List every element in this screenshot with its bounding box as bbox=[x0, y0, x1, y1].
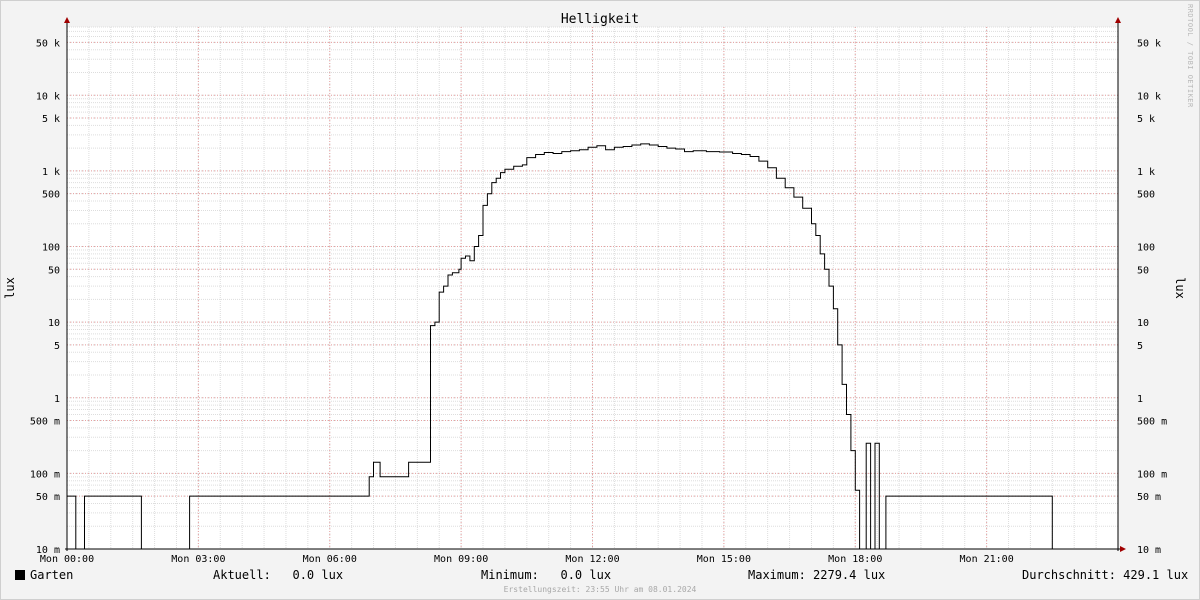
x-tick-label: Mon 21:00 bbox=[960, 554, 1014, 565]
y-tick-label: 100 m bbox=[30, 469, 60, 480]
y-tick-label: 1 bbox=[54, 394, 60, 405]
legend-avg-value: 429.1 lux bbox=[1123, 568, 1189, 582]
y-axis-label-left: lux bbox=[3, 277, 17, 299]
chart-title: Helligkeit bbox=[561, 12, 639, 27]
y-tick-label: 1 k bbox=[42, 167, 60, 178]
y-tick-label: 50 bbox=[1137, 265, 1149, 276]
x-tick-labels: Mon 00:00 Mon 03:00 Mon 06:00 Mon 09:00 Mon … bbox=[40, 554, 1014, 565]
legend-maximum: Maximum: 2279.4 lux bbox=[748, 568, 885, 582]
legend-series-name: Garten bbox=[30, 568, 74, 582]
legend-average: Durchschnitt: 429.1 lux bbox=[1022, 568, 1188, 582]
y-tick-label: 500 m bbox=[1137, 417, 1167, 428]
x-tick-label: Mon 00:00 bbox=[40, 554, 94, 565]
y-tick-label: 5 k bbox=[42, 114, 60, 125]
x-tick-label: Mon 15:00 bbox=[697, 554, 751, 565]
y-tick-label: 10 k bbox=[1137, 91, 1161, 102]
legend-current: Aktuell: 0.0 lux bbox=[213, 568, 343, 582]
y-tick-label: 500 m bbox=[30, 417, 60, 428]
y-tick-label: 1 k bbox=[1137, 167, 1155, 178]
legend-current-label: Aktuell: bbox=[213, 568, 271, 582]
y-tick-label: 10 bbox=[48, 318, 60, 329]
legend-current-value: 0.0 lux bbox=[292, 568, 344, 582]
legend-swatch bbox=[15, 570, 25, 580]
y-tick-label: 50 k bbox=[1137, 38, 1161, 49]
y-tick-label: 10 k bbox=[36, 91, 60, 102]
brightness-chart: 10 m 50 m 100 m 500 m 1 5 10 50 100 500 1 k 5 k 10 k… bbox=[3, 12, 1187, 565]
x-axis-arrow bbox=[1120, 546, 1126, 552]
legend-entry: Garten bbox=[15, 568, 73, 582]
y-tick-label: 10 bbox=[1137, 318, 1149, 329]
y-tick-label: 100 bbox=[1137, 243, 1155, 254]
y-tick-label: 50 m bbox=[1137, 492, 1161, 503]
y-tick-label: 1 bbox=[1137, 394, 1143, 405]
y-tick-labels-right: 10 m 50 m 100 m 500 m 1 5 10 50 100 500 1 k 5 k 10 k… bbox=[1137, 38, 1167, 556]
legend-minimum: Minimum: 0.0 lux bbox=[481, 568, 611, 582]
y-tick-label: 100 bbox=[42, 243, 60, 254]
y-axis-label-right: lux bbox=[1173, 277, 1187, 299]
footer-timestamp: Erstellungszeit: 23:55 Uhr am 08.01.2024 bbox=[503, 585, 697, 594]
legend-min-label: Minimum: bbox=[481, 568, 539, 582]
x-tick-label: Mon 12:00 bbox=[565, 554, 619, 565]
y-tick-label: 500 bbox=[1137, 190, 1155, 201]
x-tick-label: Mon 18:00 bbox=[828, 554, 882, 565]
y-tick-label: 50 bbox=[48, 265, 60, 276]
y-tick-label: 500 bbox=[42, 190, 60, 201]
y-tick-label: 5 bbox=[54, 341, 60, 352]
legend-min-value: 0.0 lux bbox=[560, 568, 612, 582]
y-tick-label: 5 k bbox=[1137, 114, 1155, 125]
y-tick-labels-left: 10 m50 m100 m500 m1510501005001 k5 k10 k… bbox=[30, 38, 60, 556]
legend-max-value: 2279.4 lux bbox=[813, 568, 886, 582]
y-tick-label: 50 k bbox=[36, 38, 60, 49]
y-tick-label: 5 bbox=[1137, 341, 1143, 352]
watermark: RRDTOOL / TOBI OETIKER bbox=[1186, 4, 1194, 108]
y-tick-label: 10 m bbox=[1137, 545, 1161, 556]
y-tick-label: 100 m bbox=[1137, 469, 1167, 480]
x-tick-label: Mon 06:00 bbox=[303, 554, 357, 565]
y-axis-arrow-right bbox=[1115, 17, 1121, 23]
legend-max-label: Maximum: bbox=[748, 568, 806, 582]
y-tick-label: 50 m bbox=[36, 492, 60, 503]
legend-avg-label: Durchschnitt: bbox=[1022, 568, 1116, 582]
x-tick-label: Mon 09:00 bbox=[434, 554, 488, 565]
x-tick-label: Mon 03:00 bbox=[171, 554, 225, 565]
y-axis-arrow-left bbox=[64, 17, 70, 23]
